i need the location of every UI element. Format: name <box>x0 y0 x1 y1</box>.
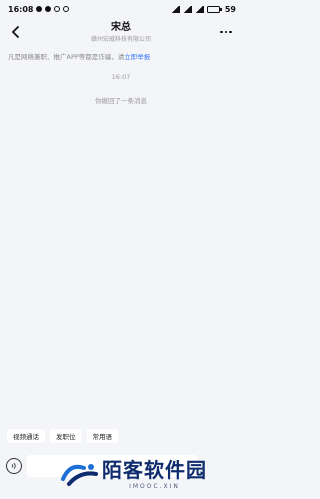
signal-icon <box>182 5 192 13</box>
header-title-block: 宋总 赣州宏威科技有限公司 <box>51 21 191 44</box>
status-left: 16:08 <box>8 4 70 14</box>
contact-name: 宋总 <box>111 22 131 33</box>
more-button[interactable] <box>218 26 234 38</box>
status-right: 59 <box>170 4 236 14</box>
fraud-warning: 凡是网络兼职、推广APP等都是诈骗，请立即举报 <box>8 53 236 62</box>
video-call-button[interactable]: 视频通话 <box>7 429 45 443</box>
logo-mark-icon <box>61 463 98 486</box>
notification-icon <box>36 6 43 12</box>
battery-icon <box>206 5 222 13</box>
watermark-logo: 陌客软件园 IMOOC.XIN <box>60 448 242 499</box>
status-time: 16:08 <box>8 4 34 14</box>
watermark-text: 陌客软件园 <box>102 457 207 482</box>
quick-actions: 视频通话 发职位 常用语 <box>7 429 118 443</box>
notification-icon <box>63 6 70 12</box>
status-bar: 16:08 59 <box>0 0 242 18</box>
recall-notice: 你撤回了一条消息 <box>95 97 147 105</box>
more-dots-icon <box>220 30 223 34</box>
message-timestamp: 16:07 <box>111 73 131 81</box>
voice-icon <box>11 462 16 470</box>
watermark-sub: IMOOC.XIN <box>129 482 180 490</box>
warning-text: 凡是网络兼职、推广APP等都是诈骗，请 <box>8 53 125 61</box>
battery-percent: 59 <box>224 4 236 14</box>
back-arrow-icon <box>12 26 19 38</box>
send-job-button[interactable]: 发职位 <box>50 429 82 443</box>
signal-icon <box>170 5 180 13</box>
back-button[interactable] <box>8 24 24 40</box>
notification-icon <box>54 6 61 12</box>
voice-button[interactable] <box>6 458 22 474</box>
company-name: 赣州宏威科技有限公司 <box>90 36 151 43</box>
common-phrases-button[interactable]: 常用语 <box>86 429 118 443</box>
notification-icon <box>45 6 52 12</box>
wifi-icon <box>194 5 204 13</box>
report-link[interactable]: 立即举报 <box>124 53 150 61</box>
chat-header: 宋总 赣州宏威科技有限公司 <box>0 18 242 48</box>
